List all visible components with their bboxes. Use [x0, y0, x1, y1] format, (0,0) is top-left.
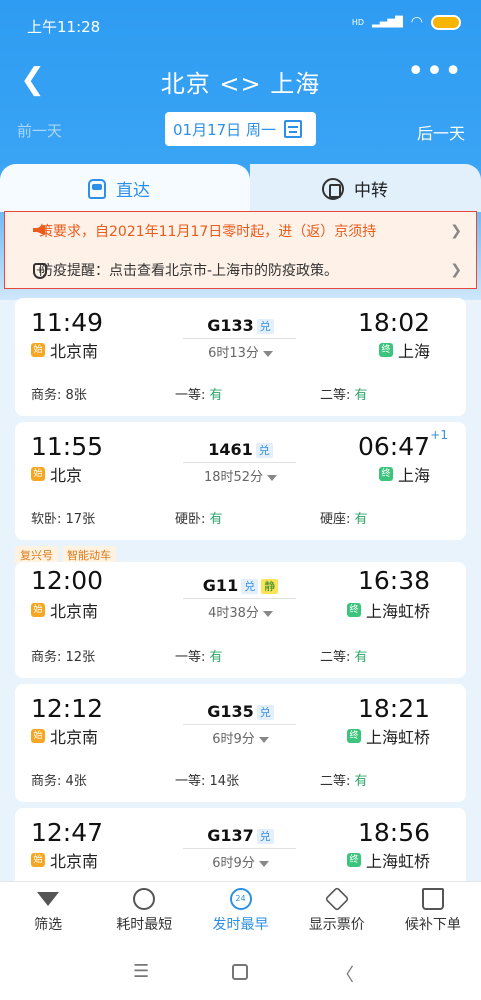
- chevron-right-icon: ❯: [450, 223, 462, 239]
- start-badge: 始: [31, 343, 45, 357]
- seat-info: 一等: 有: [175, 388, 223, 403]
- exchange-tag: 兑: [256, 829, 274, 844]
- end-badge: 终: [378, 467, 393, 481]
- next-day-marker: +1: [430, 428, 448, 442]
- arrival-station: 终上海虹桥: [346, 724, 430, 748]
- exchange-tag: 兑: [256, 705, 274, 720]
- caret-down-icon: [258, 736, 269, 743]
- home-icon[interactable]: [232, 964, 248, 980]
- tab-direct-label: 直达: [116, 181, 150, 201]
- prev-day-button[interactable]: 前一天: [17, 120, 62, 141]
- arrival-time: 18:02: [357, 308, 430, 337]
- end-badge: 终: [378, 343, 393, 357]
- start-badge: 始: [31, 853, 45, 867]
- nav-bar: ❮ 北京 <> 上海 •••: [0, 52, 481, 106]
- departure-station: 始北京南: [31, 338, 98, 362]
- network-label: HD: [351, 17, 365, 27]
- train-card[interactable]: 12:12 G135 兑 6时9分 18:21 始北京南 终上海虹桥 商务: 4张…: [15, 684, 466, 802]
- status-time: 上午11:28: [27, 18, 101, 36]
- notice-policy-text: 策要求，自2021年11月17日零时起，进（返）京须持: [39, 224, 377, 240]
- status-bar: 上午11:28 HD ▂▄▆█ ◠: [0, 0, 481, 46]
- train-card[interactable]: 12:00 G11 兑静 4时38分 16:38 始北京南 终上海虹桥 商务: 1…: [15, 562, 466, 678]
- seat-info: 一等: 有: [175, 650, 223, 665]
- arrival-time: 18:56: [357, 818, 430, 847]
- arrival-station: 终上海: [378, 338, 430, 362]
- tab-transfer-label: 中转: [354, 181, 388, 201]
- exchange-tag: 兑: [255, 443, 273, 458]
- seat-info: 二等: 有: [320, 388, 368, 403]
- end-badge: 终: [346, 853, 361, 867]
- calendar-icon: [283, 120, 302, 138]
- system-back-icon[interactable]: 〈: [336, 961, 354, 987]
- arrival-time: 18:21: [357, 694, 430, 723]
- train-card[interactable]: 11:55 1461 兑 18时52分 06:47 +1 始北京 终上海 软卧: …: [15, 422, 466, 540]
- departure-station: 始北京南: [31, 598, 98, 622]
- system-nav-bar: ☰ 〈: [0, 941, 481, 1000]
- train-icon: [88, 178, 106, 199]
- bottom-toolbar: 筛选 耗时最短 24 发时最早 显示票价 候补下单: [0, 881, 481, 941]
- caret-down-icon: [267, 474, 278, 481]
- arrival-station: 终上海虹桥: [346, 848, 430, 872]
- show-price-button[interactable]: 显示票价: [289, 882, 385, 941]
- wifi-icon: ◠: [410, 14, 423, 30]
- date-label: 01月17日 周一: [173, 120, 276, 139]
- notice-epidemic-row[interactable]: + 防疫提醒：点击查看北京市-上海市的防疫政策。 ❯: [5, 251, 476, 289]
- filter-button[interactable]: 筛选: [0, 882, 96, 941]
- seat-info: 一等: 14张: [175, 774, 240, 789]
- tab-direct[interactable]: 直达: [0, 164, 250, 212]
- arrival-time: 06:47: [357, 432, 430, 461]
- notice-epidemic-text: 防疫提醒：点击查看北京市-上海市的防疫政策。: [39, 263, 339, 279]
- train-card[interactable]: 11:49 G133 兑 6时13分 18:02 始北京南 终上海 商务: 8张 …: [15, 298, 466, 416]
- exchange-tag: 兑: [256, 319, 274, 334]
- tab-transfer[interactable]: 中转: [250, 164, 481, 212]
- seat-info: 硬座: 有: [320, 512, 368, 527]
- start-badge: 始: [31, 603, 45, 617]
- caret-down-icon: [262, 610, 273, 617]
- seat-info: 商务: 8张: [31, 388, 87, 403]
- shortest-duration-button[interactable]: 耗时最短: [96, 882, 192, 941]
- train-card[interactable]: 12:47 G137 兑 6时9分 18:56 始北京南 终上海虹桥: [15, 808, 466, 888]
- seat-info: 商务: 4张: [31, 774, 87, 789]
- arrival-time: 16:38: [357, 566, 430, 595]
- departure-station: 始北京南: [31, 848, 98, 872]
- cart-icon: [421, 888, 444, 910]
- seat-info: 硬卧: 有: [175, 512, 223, 527]
- signal-icon: ▂▄▆█: [372, 16, 403, 28]
- exchange-tag: 兑: [241, 579, 259, 594]
- end-badge: 终: [346, 729, 361, 743]
- next-day-button[interactable]: 后一天: [417, 120, 465, 144]
- start-badge: 始: [31, 729, 45, 743]
- quiet-tag: 静: [261, 579, 279, 594]
- filter-icon: [37, 892, 60, 906]
- chevron-right-icon: ❯: [450, 262, 462, 278]
- clock-24-icon: 24: [229, 888, 252, 910]
- date-bar: 前一天 01月17日 周一 后一天: [0, 110, 481, 150]
- seat-info: 软卧: 17张: [31, 512, 96, 527]
- more-icon[interactable]: •••: [407, 54, 463, 89]
- seat-info: 二等: 有: [320, 650, 368, 665]
- menu-icon[interactable]: ☰: [133, 961, 149, 982]
- start-badge: 始: [31, 467, 45, 481]
- departure-station: 始北京: [31, 462, 82, 486]
- price-tag-icon: [324, 886, 350, 912]
- seat-info: 商务: 12张: [31, 650, 96, 665]
- date-picker[interactable]: 01月17日 周一: [165, 112, 316, 146]
- timer-icon: [133, 888, 156, 910]
- battery-icon: [431, 14, 461, 30]
- tab-bar: 直达 中转: [0, 164, 481, 212]
- seat-info: 二等: 有: [320, 774, 368, 789]
- departure-station: 始北京南: [31, 724, 98, 748]
- waitlist-order-button[interactable]: 候补下单: [385, 882, 481, 941]
- transfer-icon: [322, 177, 344, 200]
- arrival-station: 终上海: [378, 462, 430, 486]
- caret-down-icon: [262, 350, 273, 357]
- notice-policy-row[interactable]: 策要求，自2021年11月17日零时起，进（返）京须持 ❯: [5, 212, 476, 250]
- notice-panel: 策要求，自2021年11月17日零时起，进（返）京须持 ❯ + 防疫提醒：点击查…: [4, 211, 477, 289]
- arrival-station: 终上海虹桥: [346, 598, 430, 622]
- end-badge: 终: [346, 603, 361, 617]
- earliest-departure-button[interactable]: 24 发时最早: [192, 882, 288, 941]
- caret-down-icon: [258, 860, 269, 867]
